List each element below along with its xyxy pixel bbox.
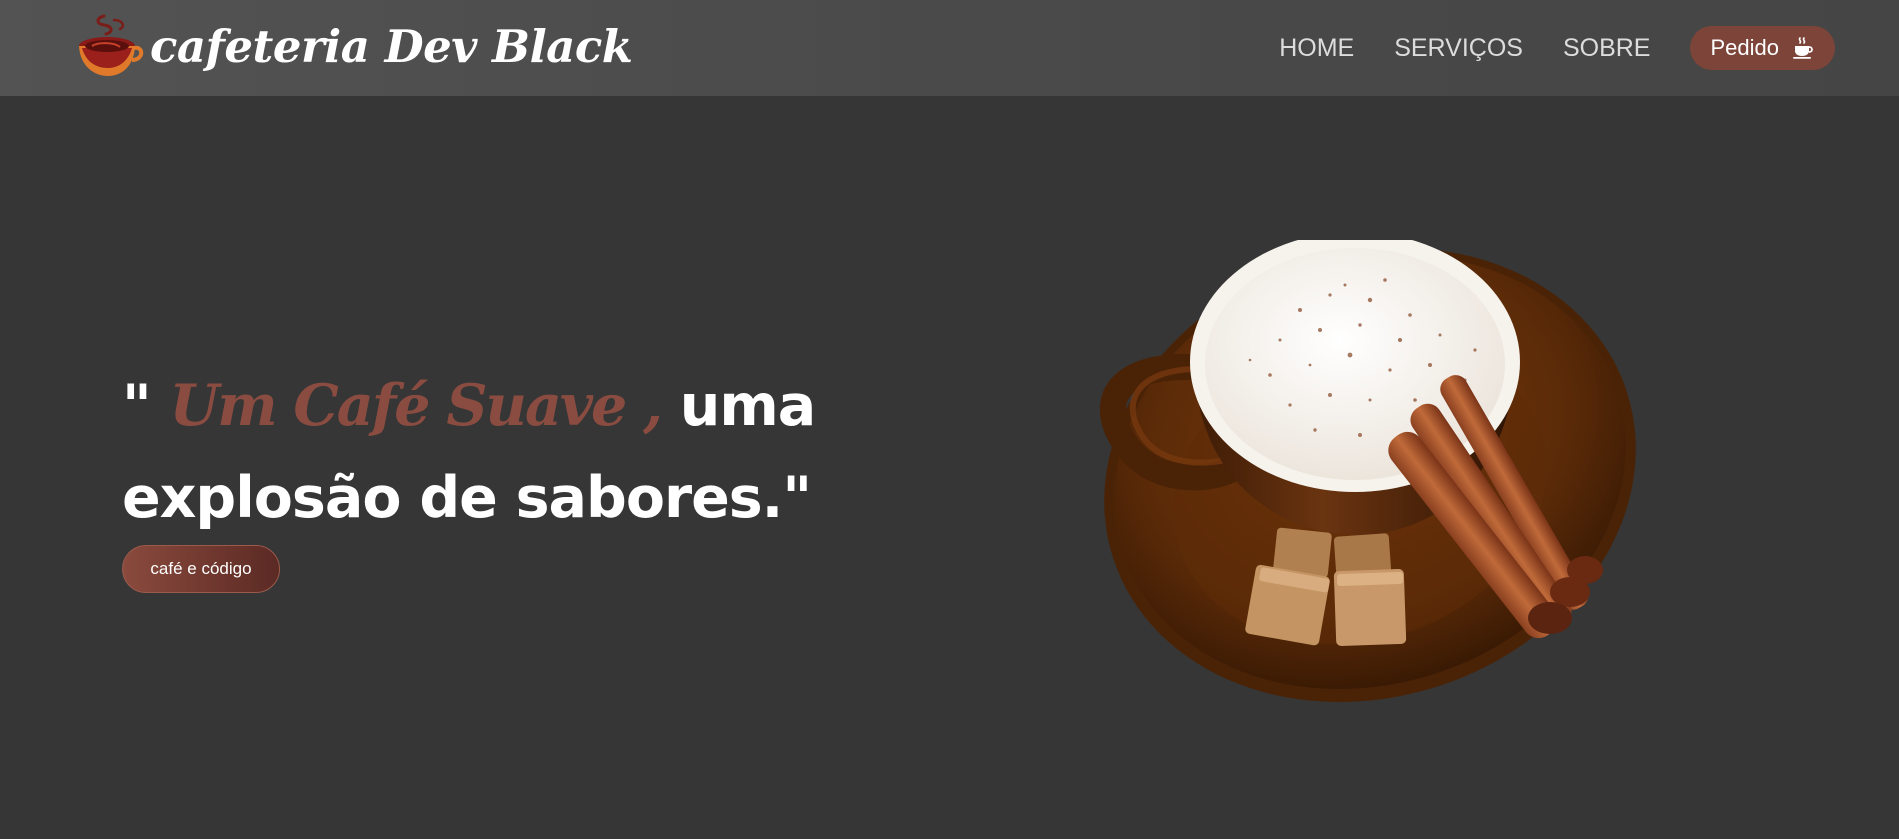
brand-logo[interactable]: cafeteria Dev Black: [74, 12, 633, 80]
quote-open: ": [122, 373, 170, 439]
coffee-cup-logo-icon: [79, 14, 144, 76]
main-nav: HOME SERVIÇOS SOBRE Pedido: [1279, 26, 1835, 70]
nav-about-link[interactable]: SOBRE: [1563, 26, 1651, 70]
headline-highlight: Um Café Suave ,: [169, 372, 663, 439]
nav-home-link[interactable]: HOME: [1279, 26, 1354, 70]
coffee-cup-image: [1099, 240, 1636, 703]
coffee-cup-icon: [1793, 37, 1813, 59]
order-button[interactable]: Pedido: [1690, 26, 1835, 70]
nav-services-link[interactable]: SERVIÇOS: [1394, 26, 1523, 70]
brand-name: cafeteria Dev Black: [150, 19, 633, 73]
site-header: cafeteria Dev Black HOME SERVIÇOS SOBRE …: [0, 0, 1899, 96]
hero-headline: " Um Café Suave , uma explosão de sabore…: [122, 360, 882, 544]
order-button-label: Pedido: [1710, 35, 1779, 60]
cafe-e-codigo-button[interactable]: café e código: [122, 545, 280, 593]
